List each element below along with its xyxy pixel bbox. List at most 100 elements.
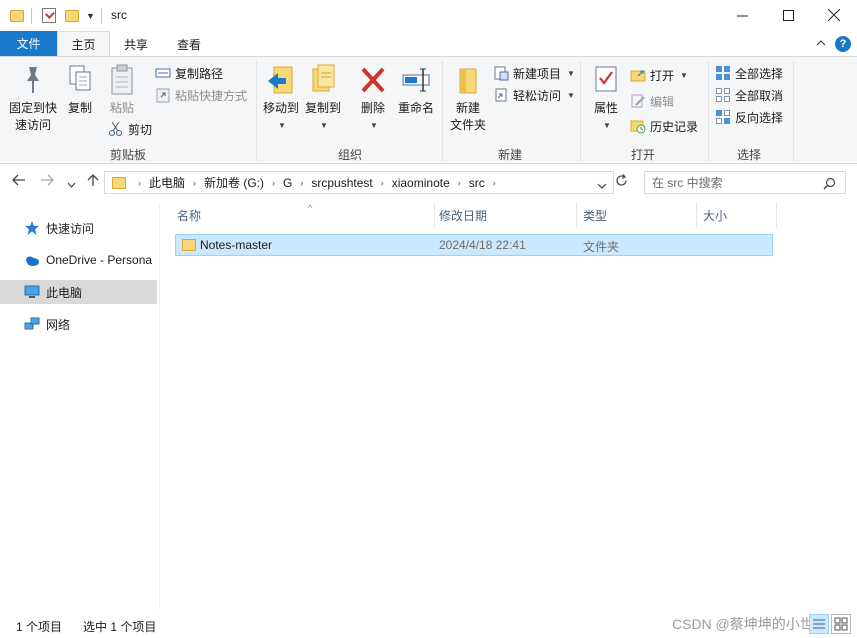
new-folder-label-line1: 新建 bbox=[455, 101, 480, 115]
new-item-dropdown-icon: ▼ bbox=[567, 68, 575, 78]
group-label-organize: 组织 bbox=[337, 148, 362, 162]
large-icons-view-icon bbox=[834, 617, 848, 631]
tab-file[interactable]: 文件 bbox=[0, 31, 57, 56]
open-icon bbox=[630, 67, 646, 83]
collapse-ribbon-icon[interactable] bbox=[816, 36, 826, 50]
divider bbox=[101, 8, 102, 24]
table-row[interactable]: Notes-master 2024/4/18 22:41 文件夹 bbox=[175, 234, 773, 256]
select-all-button[interactable]: 全部选择 bbox=[715, 63, 783, 83]
chevron-right-icon[interactable]: › bbox=[377, 178, 388, 188]
copy-button[interactable]: 复制 bbox=[63, 63, 97, 117]
nav-label-this-pc: 此电脑 bbox=[46, 285, 83, 300]
help-icon[interactable]: ? bbox=[835, 36, 851, 52]
nav-item-onedrive[interactable]: OneDrive - Persona bbox=[0, 248, 157, 272]
divider bbox=[793, 61, 794, 161]
paste-icon bbox=[109, 63, 135, 97]
new-item-button[interactable]: 新建项目 ▼ bbox=[493, 63, 575, 83]
copy-path-label: 复制路径 bbox=[175, 66, 224, 81]
breadcrumb-srcpushtest[interactable]: srcpushtest bbox=[307, 176, 376, 190]
window-title: src bbox=[111, 8, 127, 22]
column-label-type: 类型 bbox=[583, 208, 608, 223]
recent-locations-button[interactable] bbox=[67, 176, 76, 193]
breadcrumb-g[interactable]: G bbox=[279, 176, 296, 190]
forward-arrow-icon bbox=[41, 174, 54, 186]
copy-to-button[interactable]: 复制到 ▼ bbox=[304, 63, 342, 134]
cloud-icon bbox=[26, 256, 39, 266]
properties-quick-icon[interactable] bbox=[42, 8, 56, 23]
up-button[interactable] bbox=[86, 173, 100, 191]
cut-button[interactable]: 剪切 bbox=[108, 119, 152, 139]
invert-selection-button[interactable]: 反向选择 bbox=[715, 107, 783, 127]
new-folder-quick-icon[interactable] bbox=[65, 10, 79, 22]
delete-button[interactable]: 删除 ▼ bbox=[357, 63, 389, 134]
nav-label-onedrive: OneDrive - Persona bbox=[46, 253, 153, 267]
chevron-right-icon[interactable]: › bbox=[268, 178, 279, 188]
move-to-icon bbox=[266, 63, 296, 97]
back-button[interactable] bbox=[12, 173, 26, 191]
address-row: › 此电脑 › 新加卷 (G:) › G › srcpushtest › xia… bbox=[0, 168, 857, 198]
tab-share[interactable]: 共享 bbox=[110, 31, 162, 57]
divider bbox=[256, 61, 257, 161]
group-label-open: 打开 bbox=[630, 148, 655, 162]
breadcrumb-drive[interactable]: 新加卷 (G:) bbox=[200, 174, 268, 191]
select-none-button[interactable]: 全部取消 bbox=[715, 85, 783, 105]
breadcrumb-src[interactable]: src bbox=[465, 176, 489, 190]
open-button[interactable]: 打开 ▼ bbox=[630, 65, 688, 85]
breadcrumb-this-pc[interactable]: 此电脑 bbox=[145, 174, 189, 191]
title-bar: ▼ src bbox=[0, 0, 857, 32]
refresh-button[interactable] bbox=[615, 174, 628, 191]
chevron-right-icon[interactable]: › bbox=[489, 178, 500, 188]
search-input[interactable]: 在 src 中搜索 bbox=[644, 171, 846, 194]
copy-icon bbox=[67, 63, 93, 97]
nav-item-network[interactable]: 网络 bbox=[0, 312, 157, 336]
copy-path-button[interactable]: 复制路径 bbox=[155, 63, 223, 83]
details-view-icon bbox=[813, 619, 825, 629]
chevron-right-icon[interactable]: › bbox=[296, 178, 307, 188]
nav-item-this-pc[interactable]: 此电脑 bbox=[0, 280, 157, 304]
address-history-button[interactable] bbox=[597, 177, 607, 194]
properties-button[interactable]: 属性 ▼ bbox=[588, 63, 624, 134]
select-none-label: 全部取消 bbox=[735, 88, 784, 103]
chevron-right-icon: › bbox=[138, 177, 141, 188]
invert-selection-label: 反向选择 bbox=[735, 110, 784, 125]
minimize-button[interactable] bbox=[719, 0, 765, 30]
nav-item-quick-access[interactable]: 快速访问 bbox=[0, 216, 157, 240]
maximize-button[interactable] bbox=[765, 0, 811, 30]
large-icons-view-button[interactable] bbox=[831, 614, 851, 634]
network-icon bbox=[24, 317, 40, 330]
divider bbox=[580, 61, 581, 161]
paste-button[interactable]: 粘贴 bbox=[104, 63, 140, 117]
column-header-name[interactable]: 名称 ^ bbox=[170, 203, 434, 226]
paste-shortcut-button[interactable]: 粘贴快捷方式 bbox=[155, 85, 247, 105]
history-button[interactable]: 历史记录 bbox=[630, 116, 698, 136]
column-header-modified[interactable]: 修改日期 bbox=[432, 204, 576, 226]
tab-view[interactable]: 查看 bbox=[162, 31, 216, 57]
group-label-clipboard: 剪贴板 bbox=[109, 148, 146, 162]
customize-quick-access-dropdown[interactable]: ▼ bbox=[86, 11, 95, 21]
details-view-button[interactable] bbox=[809, 614, 829, 634]
new-folder-button[interactable]: 新建 文件夹 bbox=[448, 63, 488, 134]
column-divider[interactable] bbox=[776, 202, 777, 228]
properties-icon bbox=[593, 63, 619, 97]
open-label: 打开 bbox=[650, 68, 675, 83]
folder-icon bbox=[112, 176, 126, 189]
address-bar[interactable]: › 此电脑 › 新加卷 (G:) › G › srcpushtest › xia… bbox=[104, 171, 614, 194]
column-header-size[interactable]: 大小 bbox=[696, 204, 776, 226]
move-to-button[interactable]: 移动到 ▼ bbox=[262, 63, 300, 134]
tab-home[interactable]: 主页 bbox=[57, 31, 110, 57]
chevron-right-icon[interactable]: › bbox=[189, 178, 200, 188]
easy-access-icon bbox=[493, 87, 509, 103]
easy-access-button[interactable]: 轻松访问 ▼ bbox=[493, 85, 575, 105]
forward-button[interactable] bbox=[40, 173, 54, 191]
search-icon[interactable] bbox=[823, 177, 836, 190]
edit-button[interactable]: 编辑 bbox=[630, 91, 674, 111]
column-header-type[interactable]: 类型 bbox=[576, 204, 696, 226]
rename-button[interactable]: 重命名 bbox=[396, 63, 436, 117]
chevron-right-icon[interactable]: › bbox=[454, 178, 465, 188]
close-button[interactable] bbox=[811, 0, 857, 30]
group-label-select: 选择 bbox=[736, 148, 761, 162]
paste-label: 粘贴 bbox=[109, 101, 134, 115]
breadcrumb-xiaominote[interactable]: xiaominote bbox=[388, 176, 454, 190]
maximize-icon bbox=[782, 9, 794, 21]
pin-to-quick-access-button[interactable]: 固定到快 速访问 bbox=[6, 63, 60, 134]
